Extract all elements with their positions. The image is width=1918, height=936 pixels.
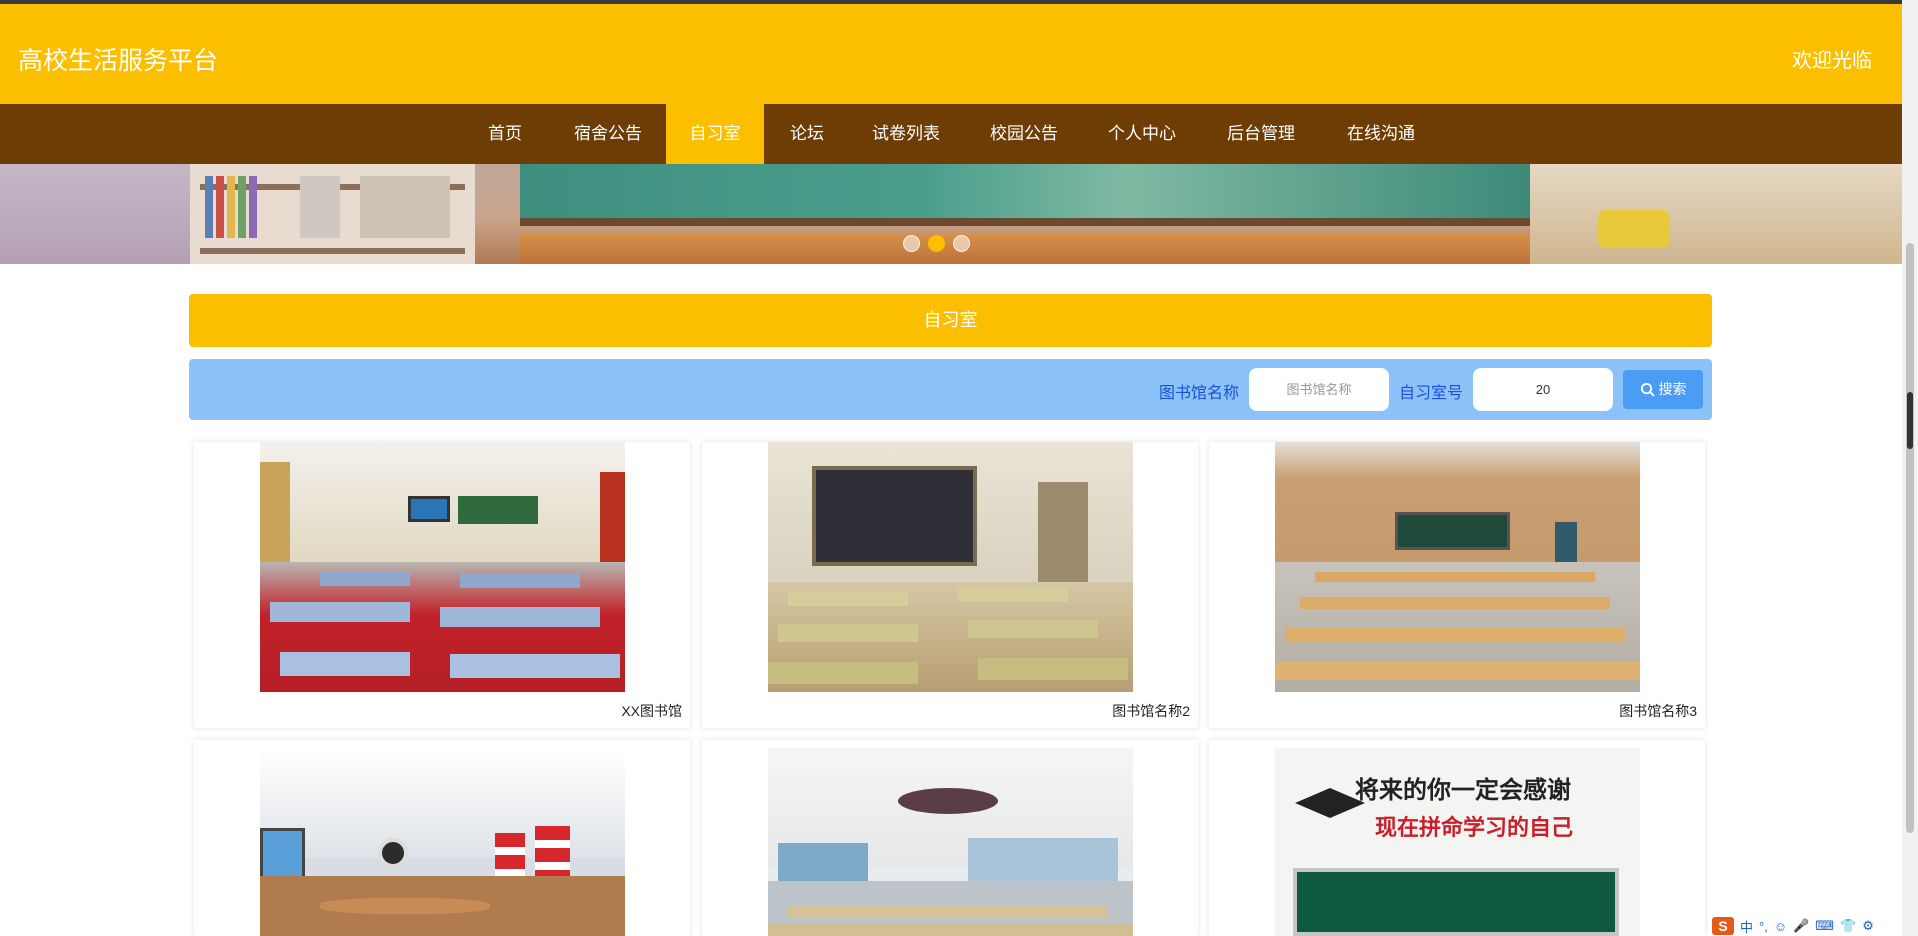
study-room-image[interactable] — [1275, 442, 1640, 692]
ime-settings-icon[interactable]: ⚙ — [1862, 918, 1874, 934]
ime-user-icon[interactable]: 👕 — [1840, 918, 1856, 934]
search-icon — [1640, 382, 1655, 397]
study-room-image[interactable] — [768, 748, 1133, 936]
nav-item-forum[interactable]: 论坛 — [774, 104, 840, 164]
banner-kettle — [1598, 210, 1670, 248]
study-room-name: 图书馆名称3 — [1619, 703, 1697, 719]
ime-logo-icon: S — [1712, 917, 1734, 935]
poster-line-2: 现在拼命学习的自己 — [1375, 816, 1574, 841]
scrollbar-marker — [1907, 392, 1913, 449]
banner-chalkboard — [520, 164, 1530, 226]
study-room-name: 图书馆名称2 — [1112, 703, 1190, 719]
search-button-label: 搜索 — [1658, 381, 1687, 397]
nav-item-personal-center[interactable]: 个人中心 — [1094, 104, 1190, 164]
banner-wall-right — [1530, 164, 1902, 264]
search-bar: 图书馆名称 自习室号 搜索 — [189, 359, 1712, 420]
nav-item-exam-list[interactable]: 试卷列表 — [858, 104, 954, 164]
study-room-card[interactable]: 将来的你一定会感谢 现在拼命学习的自己 — [1209, 740, 1705, 936]
search-button[interactable]: 搜索 — [1623, 370, 1703, 409]
carousel-dot-2[interactable] — [928, 235, 945, 252]
nav-item-online-chat[interactable]: 在线沟通 — [1333, 104, 1429, 164]
ime-emoji-icon[interactable]: ☺ — [1774, 919, 1787, 934]
nav-item-admin[interactable]: 后台管理 — [1213, 104, 1309, 164]
carousel-dot-3[interactable] — [953, 235, 970, 252]
library-name-label: 图书馆名称 — [1159, 385, 1240, 402]
nav-item-home[interactable]: 首页 — [470, 104, 540, 164]
page-scrollbar[interactable] — [1902, 0, 1918, 936]
study-room-image[interactable] — [260, 442, 625, 692]
carousel-dots — [903, 235, 970, 252]
study-room-card[interactable] — [702, 740, 1198, 936]
study-room-card[interactable]: XX图书馆 — [194, 442, 690, 728]
library-name-input[interactable] — [1249, 368, 1389, 411]
study-room-card[interactable]: 图书馆名称2 — [702, 442, 1198, 728]
study-room-image[interactable] — [260, 748, 625, 936]
section-title: 自习室 — [189, 294, 1712, 347]
carousel-dot-1[interactable] — [903, 235, 920, 252]
welcome-text: 欢迎光临 — [1792, 50, 1872, 72]
nav-item-dorm-notice[interactable]: 宿舍公告 — [560, 104, 656, 164]
study-room-card[interactable]: 图书馆名称3 — [1209, 442, 1705, 728]
nav-item-campus-notice[interactable]: 校园公告 — [976, 104, 1072, 164]
ime-toolbar[interactable]: S 中 °, ☺ 🎤 ⌨ 👕 ⚙ — [1712, 916, 1902, 936]
study-room-image[interactable]: 将来的你一定会感谢 现在拼命学习的自己 — [1275, 748, 1640, 936]
study-room-image[interactable] — [768, 442, 1133, 692]
poster-line-1: 将来的你一定会感谢 — [1355, 776, 1571, 804]
study-room-name: XX图书馆 — [621, 703, 682, 719]
banner-rail — [520, 234, 1530, 264]
nav-item-study-room[interactable]: 自习室 — [666, 104, 764, 164]
poster-chalkboard — [1293, 868, 1619, 936]
ime-keyboard-icon[interactable]: ⌨ — [1815, 918, 1834, 934]
banner-carousel[interactable] — [0, 164, 1902, 264]
ime-mode[interactable]: 中 — [1740, 917, 1753, 936]
site-header: 高校生活服务平台 欢迎光临 — [0, 4, 1902, 104]
scrollbar-thumb[interactable] — [1906, 243, 1914, 833]
ime-mic-icon[interactable]: 🎤 — [1793, 918, 1809, 934]
main-nav: 首页 宿舍公告 自习室 论坛 试卷列表 校园公告 个人中心 后台管理 在线沟通 — [0, 104, 1902, 164]
room-number-label: 自习室号 — [1399, 385, 1464, 402]
room-number-input[interactable] — [1473, 368, 1613, 411]
study-room-card[interactable] — [194, 740, 690, 936]
ime-punctuation-icon[interactable]: °, — [1759, 919, 1768, 934]
site-title[interactable]: 高校生活服务平台 — [18, 41, 218, 77]
banner-wall-left — [0, 164, 190, 264]
